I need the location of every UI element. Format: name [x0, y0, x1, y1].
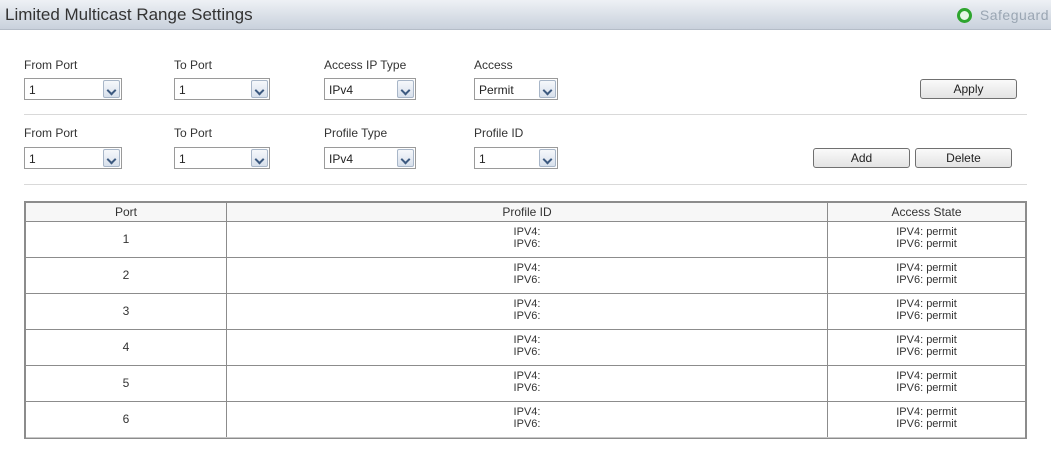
profile-from-port-value: 1: [29, 152, 36, 166]
profile-ipv6: IPV6:: [513, 238, 541, 250]
access-label: Access: [474, 58, 513, 72]
port-cell: 4: [122, 340, 130, 354]
header-access-state: Access State: [891, 205, 962, 219]
access-state-cell: IPV4: permit IPV6: permit: [828, 402, 1025, 437]
title-bar: Limited Multicast Range Settings Safegua…: [0, 0, 1051, 30]
to-port-label: To Port: [174, 58, 213, 72]
access-to-port-value: 1: [179, 83, 186, 97]
profile-id-cell: IPV4: IPV6:: [227, 222, 827, 257]
state-ipv6: IPV6: permit: [896, 382, 957, 394]
state-ipv4: IPV4: permit: [896, 298, 957, 310]
table-footer-line: [26, 437, 1025, 438]
from-port-label: From Port: [24, 58, 78, 72]
state-ipv6: IPV6: permit: [896, 274, 957, 286]
chevron-down-icon: [397, 149, 414, 167]
access-state-cell: IPV4: permit IPV6: permit: [828, 366, 1025, 401]
table-row: 1 IPV4: IPV6: IPV4: permit IPV6: permit: [26, 221, 1025, 257]
column-divider: [827, 201, 828, 437]
table-row: 6 IPV4: IPV6: IPV4: permit IPV6: permit: [26, 401, 1025, 437]
access-state-cell: IPV4: permit IPV6: permit: [828, 258, 1025, 293]
chevron-down-icon: [251, 80, 268, 98]
state-ipv4: IPV4: permit: [896, 406, 957, 418]
profile-id-cell: IPV4: IPV6:: [227, 402, 827, 437]
chevron-down-icon: [251, 149, 268, 167]
profile-ipv6: IPV6:: [513, 418, 541, 430]
access-state-cell: IPV4: permit IPV6: permit: [828, 330, 1025, 365]
safeguard-indicator: Safeguard: [956, 6, 1049, 24]
profile-ipv6: IPV6:: [513, 274, 541, 286]
profile-ipv4: IPV4:: [513, 406, 541, 418]
state-ipv4: IPV4: permit: [896, 262, 957, 274]
chevron-down-icon: [103, 149, 120, 167]
state-ipv6: IPV6: permit: [896, 418, 957, 430]
profile-to-port-select[interactable]: 1: [174, 147, 270, 169]
delete-button[interactable]: Delete: [915, 148, 1012, 168]
access-state-cell: IPV4: permit IPV6: permit: [828, 222, 1025, 257]
access-ip-type-value: IPv4: [329, 83, 354, 97]
profile-ipv4: IPV4:: [513, 334, 541, 346]
profile-ipv4: IPV4:: [513, 262, 541, 274]
profile-id-cell: IPV4: IPV6:: [227, 366, 827, 401]
chevron-down-icon: [397, 80, 414, 98]
state-ipv4: IPV4: permit: [896, 226, 957, 238]
profile-type-value: IPv4: [329, 152, 354, 166]
profile-from-port-select[interactable]: 1: [24, 147, 122, 169]
table-row: 3 IPV4: IPV6: IPV4: permit IPV6: permit: [26, 293, 1025, 329]
profile-to-port-value: 1: [179, 152, 186, 166]
port-cell: 6: [122, 412, 130, 426]
safeguard-label: Safeguard: [979, 7, 1049, 23]
chevron-down-icon: [103, 80, 120, 98]
port-cell: 5: [122, 376, 130, 390]
access-value: Permit: [479, 83, 514, 97]
profile-id-label: Profile ID: [474, 126, 524, 140]
port-profile-table: Port Profile ID Access State 1 IPV4: IPV…: [24, 201, 1027, 439]
port-cell: 2: [122, 268, 130, 282]
access-ip-type-label: Access IP Type: [324, 58, 407, 72]
state-ipv6: IPV6: permit: [896, 238, 957, 250]
state-ipv6: IPV6: permit: [896, 310, 957, 322]
table-row: 5 IPV4: IPV6: IPV4: permit IPV6: permit: [26, 365, 1025, 401]
state-ipv6: IPV6: permit: [896, 346, 957, 358]
profile-type-label: Profile Type: [324, 126, 388, 140]
column-divider: [226, 201, 227, 437]
profile-ipv4: IPV4:: [513, 298, 541, 310]
profile-from-port-label: From Port: [24, 126, 78, 140]
divider: [24, 114, 1027, 115]
apply-button[interactable]: Apply: [920, 79, 1017, 99]
state-ipv4: IPV4: permit: [896, 370, 957, 382]
table-header: Port Profile ID Access State: [26, 201, 1025, 221]
profile-ipv6: IPV6:: [513, 310, 541, 322]
chevron-down-icon: [539, 80, 556, 98]
profile-ipv4: IPV4:: [513, 370, 541, 382]
safeguard-status-icon: [956, 7, 972, 23]
profile-id-select[interactable]: 1: [474, 147, 558, 169]
header-profile-id: Profile ID: [502, 205, 552, 219]
port-cell: 3: [122, 304, 130, 318]
profile-id-cell: IPV4: IPV6:: [227, 258, 827, 293]
access-state-cell: IPV4: permit IPV6: permit: [828, 294, 1025, 329]
page-title: Limited Multicast Range Settings: [5, 5, 253, 24]
access-from-port-select[interactable]: 1: [24, 78, 122, 100]
profile-to-port-label: To Port: [174, 126, 213, 140]
access-ip-type-select[interactable]: IPv4: [324, 78, 416, 100]
access-select[interactable]: Permit: [474, 78, 558, 100]
chevron-down-icon: [539, 149, 556, 167]
profile-ipv6: IPV6:: [513, 382, 541, 394]
profile-ipv4: IPV4:: [513, 226, 541, 238]
add-button[interactable]: Add: [813, 148, 910, 168]
access-to-port-select[interactable]: 1: [174, 78, 270, 100]
access-from-port-value: 1: [29, 83, 36, 97]
table-row: 4 IPV4: IPV6: IPV4: permit IPV6: permit: [26, 329, 1025, 365]
profile-id-value: 1: [479, 152, 486, 166]
profile-type-select[interactable]: IPv4: [324, 147, 416, 169]
profile-ipv6: IPV6:: [513, 346, 541, 358]
port-cell: 1: [122, 232, 130, 246]
divider: [24, 184, 1027, 185]
header-port: Port: [114, 205, 137, 219]
profile-id-cell: IPV4: IPV6:: [227, 294, 827, 329]
state-ipv4: IPV4: permit: [896, 334, 957, 346]
profile-id-cell: IPV4: IPV6:: [227, 330, 827, 365]
table-row: 2 IPV4: IPV6: IPV4: permit IPV6: permit: [26, 257, 1025, 293]
